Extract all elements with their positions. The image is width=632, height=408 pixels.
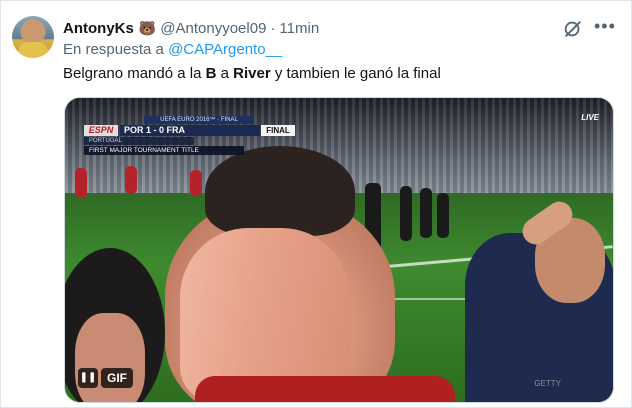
avatar[interactable] (12, 16, 54, 58)
more-icon[interactable]: ••• (594, 17, 615, 38)
reply-mention-link[interactable]: @CAPArgento__ (168, 41, 282, 58)
author-handle[interactable]: @Antonyyoel09 (160, 20, 266, 37)
left-person-face (75, 313, 145, 402)
live-logo: LIVE (581, 113, 599, 122)
image-watermark: GETTY (534, 379, 561, 388)
tweet-text-part3: y tambien le ganó la final (270, 65, 441, 82)
background-player (400, 186, 412, 241)
avatar-shirt (18, 42, 48, 58)
gif-badge: GIF (101, 368, 133, 388)
player-jersey (195, 376, 455, 402)
background-player (190, 170, 202, 196)
competition-label: UEFA EURO 2016™ · FINAL (144, 116, 254, 124)
background-player (420, 188, 432, 238)
reply-prefix: En respuesta a (63, 41, 164, 58)
match-score: POR 1 - 0 FRA (120, 125, 260, 136)
gif-controls: ❚❚ GIF (78, 368, 133, 388)
score-caption: FIRST MAJOR TOURNAMENT TITLE (84, 146, 244, 155)
author-name[interactable]: AntonyKs (63, 20, 134, 37)
pause-icon[interactable]: ❚❚ (78, 368, 98, 388)
team-label: PORTUGAL (84, 137, 194, 145)
tweet-card[interactable]: AntonyKs 🐻 @Antonyyoel09 · 11min ••• En … (0, 0, 632, 408)
tweet-text-bold-river: River (233, 65, 271, 82)
background-player (75, 168, 87, 198)
broadcaster-logo: ESPN (84, 125, 118, 136)
reply-context: En respuesta a @CAPArgento__ (63, 41, 282, 58)
tweet-text: Belgrano mandó a la B a River y tambien … (63, 65, 441, 82)
grok-icon[interactable] (562, 18, 584, 40)
tweet-text-part1: Belgrano mandó a la (63, 65, 206, 82)
bear-emoji-icon: 🐻 (138, 19, 157, 36)
tweet-header: AntonyKs 🐻 @Antonyyoel09 · 11min (63, 18, 319, 38)
match-status: FINAL (261, 125, 295, 136)
tweet-text-bold-b: B (205, 65, 217, 82)
tweet-timestamp[interactable]: 11min (279, 20, 319, 37)
background-player (437, 193, 449, 238)
separator-dot: · (270, 19, 276, 37)
background-player (125, 166, 137, 194)
player-hair (205, 146, 355, 236)
gif-media[interactable]: UEFA EURO 2016™ · FINAL ESPN POR 1 - 0 F… (64, 97, 614, 403)
tweet-text-part2: a (216, 65, 234, 82)
